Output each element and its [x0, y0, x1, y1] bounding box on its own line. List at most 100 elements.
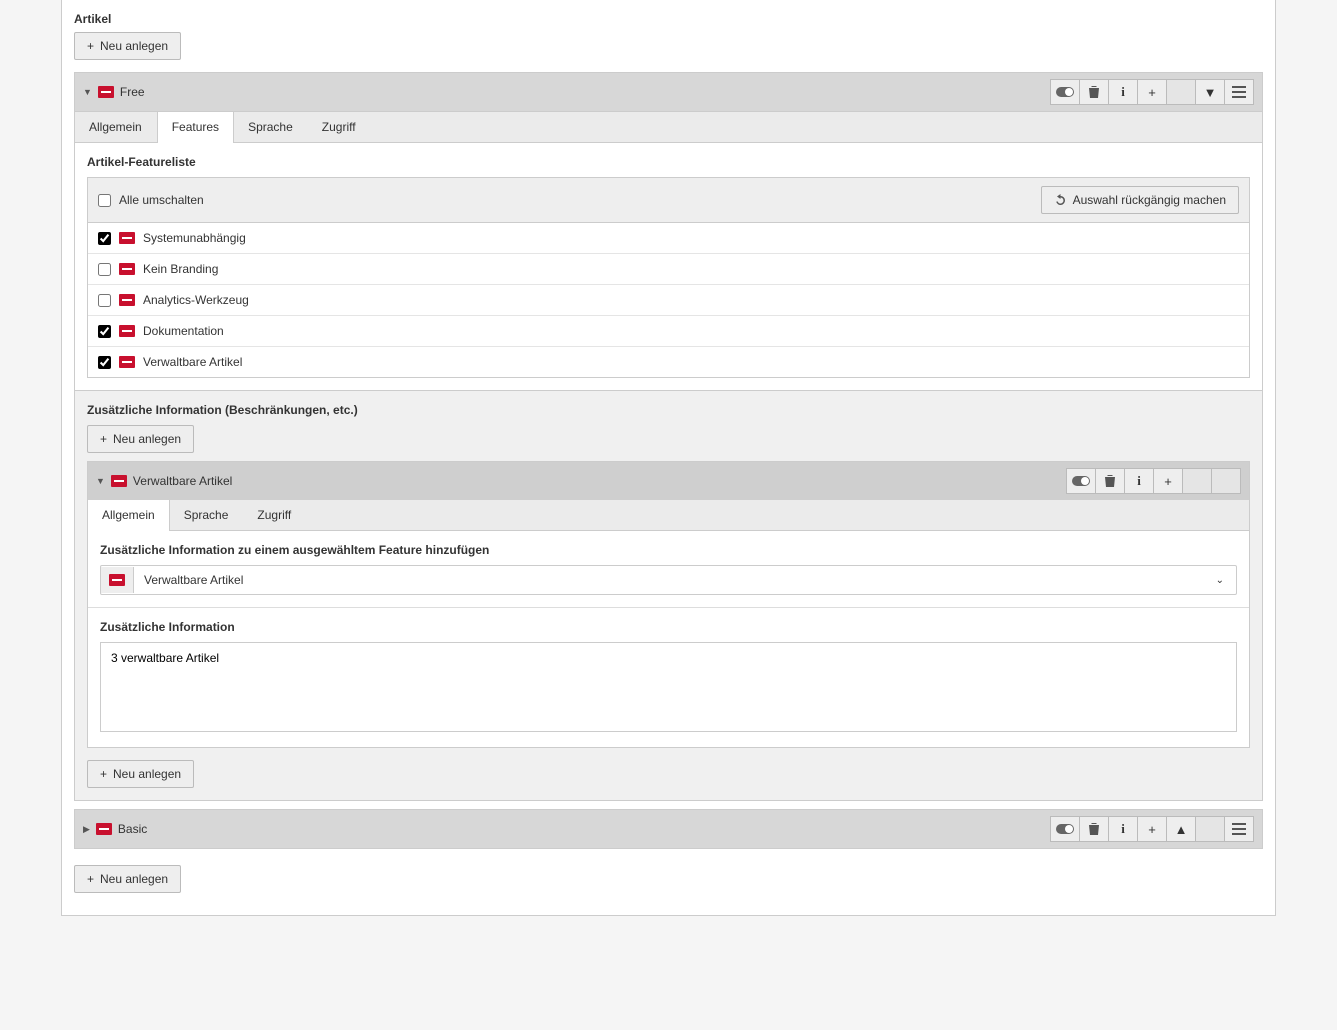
feature-label: Dokumentation [143, 324, 224, 338]
zusaetzliche-info-heading: Zusätzliche Information (Beschränkungen,… [87, 403, 1250, 417]
panel-toolbar: i + ▼ [1050, 79, 1254, 105]
plus-icon: + [1148, 85, 1156, 100]
toggle-visibility-button[interactable] [1050, 79, 1080, 105]
move-down-button[interactable]: ▼ [1195, 79, 1225, 105]
panel-title-free: Free [120, 85, 145, 99]
plus-icon: + [87, 39, 94, 53]
basic-toolbar: i + ▲ [1050, 816, 1254, 842]
plus-icon: + [100, 767, 107, 781]
neu-anlegen-button-info-bottom[interactable]: + Neu anlegen [87, 760, 194, 788]
info-icon: i [1137, 473, 1141, 489]
delete-button[interactable] [1079, 79, 1109, 105]
tab-zugriff[interactable]: Zugriff [308, 112, 371, 142]
info-button[interactable]: i [1124, 468, 1154, 494]
flag-icon [109, 574, 125, 586]
toolbar-spacer [1182, 468, 1212, 494]
menu-button[interactable] [1224, 816, 1254, 842]
chevron-up-icon: ▲ [1175, 822, 1188, 837]
feature-label: Systemunabhängig [143, 231, 246, 245]
undo-icon [1054, 194, 1067, 207]
artikel-heading: Artikel [74, 12, 1263, 26]
toggle-all-label: Alle umschalten [119, 193, 204, 207]
feature-row: Systemunabhängig [88, 223, 1249, 254]
toggle-visibility-button[interactable] [1066, 468, 1096, 494]
feature-select[interactable]: Verwaltbare Artikel ⌄ [100, 565, 1237, 595]
neu-anlegen-label: Neu anlegen [113, 767, 181, 781]
tab-allgemein[interactable]: Allgemein [75, 112, 157, 142]
plus-icon: + [87, 872, 94, 886]
flag-icon [98, 86, 114, 98]
feature-label: Kein Branding [143, 262, 218, 276]
panel-title-basic: Basic [118, 822, 147, 836]
add-button[interactable]: + [1137, 79, 1167, 105]
tab-features[interactable]: Features [157, 112, 234, 143]
neu-anlegen-label: Neu anlegen [113, 432, 181, 446]
toggle-all-checkbox[interactable] [98, 194, 111, 207]
menu-button[interactable] [1224, 79, 1254, 105]
feature-checkbox[interactable] [98, 356, 111, 369]
zusaetzliche-info-label: Zusätzliche Information [100, 620, 1237, 634]
neu-anlegen-label: Neu anlegen [100, 872, 168, 886]
inner-panel-title: Verwaltbare Artikel [133, 474, 232, 488]
inner-panel-toolbar: i + [1066, 468, 1241, 494]
chevron-down-icon: ▼ [1204, 85, 1217, 100]
feature-label: Analytics-Werkzeug [143, 293, 249, 307]
plus-icon: + [100, 432, 107, 446]
info-hinzufuegen-heading: Zusätzliche Information zu einem ausgewä… [100, 543, 1237, 557]
neu-anlegen-label: Neu anlegen [100, 39, 168, 53]
flag-icon [119, 294, 135, 306]
neu-anlegen-button-bottom[interactable]: + Neu anlegen [74, 865, 181, 893]
collapse-caret-icon[interactable]: ▼ [83, 87, 92, 97]
neu-anlegen-button-top[interactable]: + Neu anlegen [74, 32, 181, 60]
feature-checkbox[interactable] [98, 325, 111, 338]
toolbar-spacer [1195, 816, 1225, 842]
trash-icon [1104, 474, 1116, 488]
delete-button[interactable] [1095, 468, 1125, 494]
flag-icon [111, 475, 127, 487]
select-value: Verwaltbare Artikel [134, 566, 1204, 594]
info-icon: i [1121, 84, 1125, 100]
feature-checkbox[interactable] [98, 263, 111, 276]
info-icon: i [1121, 821, 1125, 837]
flag-icon [119, 356, 135, 368]
info-button[interactable]: i [1108, 816, 1138, 842]
flag-icon [96, 823, 112, 835]
neu-anlegen-button-info[interactable]: + Neu anlegen [87, 425, 194, 453]
toggle-visibility-button[interactable] [1050, 816, 1080, 842]
collapse-caret-icon[interactable]: ▼ [96, 476, 105, 486]
expand-caret-icon[interactable]: ▶ [83, 824, 90, 835]
move-up-button[interactable]: ▲ [1166, 816, 1196, 842]
delete-button[interactable] [1079, 816, 1109, 842]
undo-selection-label: Auswahl rückgängig machen [1073, 193, 1226, 207]
trash-icon [1088, 85, 1100, 99]
feature-checkbox[interactable] [98, 294, 111, 307]
flag-icon [119, 232, 135, 244]
info-button[interactable]: i [1108, 79, 1138, 105]
info-textarea[interactable] [100, 642, 1237, 732]
tab-allgemein-inner[interactable]: Allgemein [88, 500, 170, 531]
flag-icon [119, 325, 135, 337]
feature-list: Alle umschalten Auswahl rückgängig mache… [87, 177, 1250, 378]
feature-checkbox[interactable] [98, 232, 111, 245]
tab-sprache[interactable]: Sprache [234, 112, 308, 142]
flag-icon [119, 263, 135, 275]
feature-row: Verwaltbare Artikel [88, 347, 1249, 377]
feature-label: Verwaltbare Artikel [143, 355, 242, 369]
hamburger-icon [1232, 823, 1246, 835]
plus-icon: + [1148, 822, 1156, 837]
hamburger-icon [1232, 86, 1246, 98]
undo-selection-button[interactable]: Auswahl rückgängig machen [1041, 186, 1239, 214]
chevron-down-icon: ⌄ [1204, 568, 1236, 593]
toolbar-spacer [1211, 468, 1241, 494]
trash-icon [1088, 822, 1100, 836]
feature-row: Kein Branding [88, 254, 1249, 285]
toolbar-spacer [1166, 79, 1196, 105]
plus-icon: + [1164, 474, 1172, 489]
tab-sprache-inner[interactable]: Sprache [170, 500, 244, 530]
featureliste-heading: Artikel-Featureliste [87, 155, 1250, 169]
feature-row: Dokumentation [88, 316, 1249, 347]
add-button[interactable]: + [1153, 468, 1183, 494]
feature-row: Analytics-Werkzeug [88, 285, 1249, 316]
add-button[interactable]: + [1137, 816, 1167, 842]
tab-zugriff-inner[interactable]: Zugriff [243, 500, 306, 530]
